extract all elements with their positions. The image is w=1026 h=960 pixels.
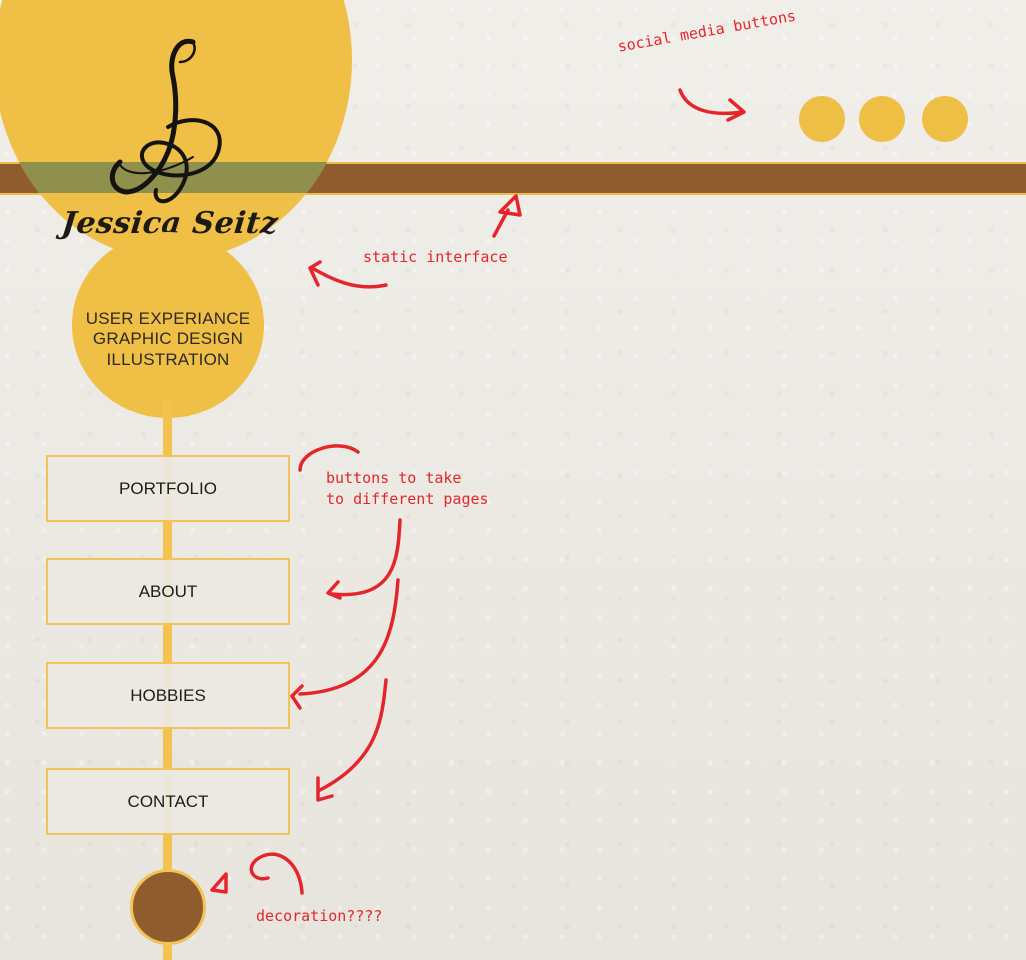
monogram-logo — [109, 38, 222, 204]
tagline-graphic-design: GRAPHIC DESIGN — [92, 329, 244, 348]
annotation-buttons: buttons to take to different pages — [326, 469, 489, 508]
nav-about-button[interactable]: ABOUT — [46, 558, 290, 625]
tagline-ux: USER EXPERIANCE — [85, 309, 251, 328]
nav-portfolio-button[interactable]: PORTFOLIO — [46, 455, 290, 522]
social-button-1[interactable] — [799, 96, 845, 142]
annotation-static: static interface — [363, 248, 508, 266]
social-button-2[interactable] — [859, 96, 905, 142]
tagline-illustration: ILLUSTRATION — [106, 350, 230, 369]
annotation-decoration: decoration???? — [256, 907, 383, 925]
decoration-circle — [130, 869, 206, 945]
tagline-circle: USER EXPERIANCE GRAPHIC DESIGN ILLUSTRAT… — [72, 232, 264, 418]
social-button-3[interactable] — [922, 96, 968, 142]
nav-hobbies-button[interactable]: HOBBIES — [46, 662, 290, 729]
annotation-social: social media buttons — [616, 6, 798, 56]
nav-contact-button[interactable]: CONTACT — [46, 768, 290, 835]
